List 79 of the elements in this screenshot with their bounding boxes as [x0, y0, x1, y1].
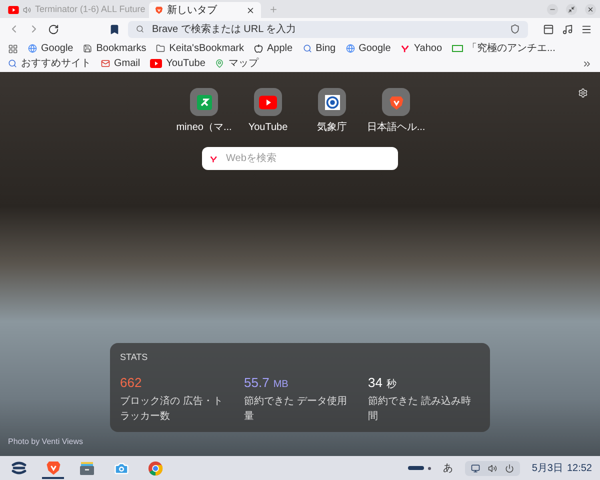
menu-icon[interactable] [581, 24, 592, 34]
apple-icon [254, 44, 263, 53]
folder-icon [156, 44, 166, 53]
camera-icon[interactable] [114, 460, 128, 476]
lion-shield-icon [388, 94, 404, 110]
chrome-browser-icon[interactable] [148, 460, 162, 476]
search-icon [302, 44, 312, 53]
web-search-field[interactable]: Webを検索 [202, 147, 398, 170]
clock-time: 12:52 [566, 462, 592, 476]
bookmark-item[interactable]: 「究極のアンチエ... [452, 42, 556, 55]
search-input[interactable]: Webを検索 [226, 151, 390, 166]
search-icon [136, 25, 144, 33]
address-bar[interactable]: Brave で検索または URL を入力 [128, 20, 528, 38]
stat-value: 34 [368, 374, 382, 392]
system-tray[interactable] [464, 460, 520, 476]
minimize-button[interactable] [547, 4, 558, 14]
top-site-tile[interactable]: 気象庁 [300, 88, 364, 135]
rectangle-icon [452, 45, 464, 52]
stat-value: 55.7 [244, 374, 270, 392]
bookmark-item[interactable]: Bing [302, 42, 336, 55]
bookmark-item[interactable]: Yahoo [400, 42, 442, 55]
tab-title: Terminator (1-6) ALL Future [35, 3, 146, 16]
close-button[interactable] [585, 4, 596, 14]
bookmark-item[interactable]: Google [346, 42, 391, 55]
globe-icon [346, 44, 355, 53]
save-icon [83, 44, 92, 53]
mail-icon [101, 59, 110, 68]
round-emblem-icon [324, 94, 340, 110]
search-icon [8, 59, 17, 68]
settings-icon[interactable] [578, 88, 588, 98]
photo-credit: Photo by Venti Views [8, 436, 84, 448]
stat-label: 節約できた 読み込み時間 [368, 394, 472, 424]
shield-icon[interactable] [510, 24, 520, 34]
dot-indicator [428, 466, 431, 470]
stats-title: STATS [120, 351, 149, 364]
top-site-tile[interactable]: 日本語ヘル... [364, 88, 428, 135]
bookmark-item[interactable]: YouTube [150, 57, 206, 70]
clock-date: 5月3日 [532, 462, 563, 476]
stat-value: 662 [120, 374, 142, 392]
stat-unit: 秒 [386, 378, 396, 392]
tab-title: 新しいタブ [167, 4, 218, 18]
lion-shield-icon [46, 460, 60, 474]
bookmark-item[interactable]: Gmail [101, 57, 140, 70]
browser-tab[interactable]: 新しいタブ [149, 2, 262, 18]
stat-label: 節約できた データ使用量 [244, 395, 348, 424]
bookmark-item[interactable]: おすすめサイト [8, 57, 91, 70]
bookmark-icon[interactable] [109, 24, 120, 34]
restore-button[interactable] [566, 4, 577, 14]
reload-icon[interactable] [48, 24, 59, 34]
map-pin-icon [215, 59, 224, 68]
apps-grid-icon[interactable] [8, 44, 18, 54]
bookmark-item[interactable]: Keita'sBookmark [156, 42, 244, 55]
close-icon[interactable] [246, 6, 256, 14]
more-bookmarks-icon[interactable] [582, 58, 592, 68]
pill-indicator [408, 466, 424, 470]
music-note-icon[interactable] [562, 24, 573, 34]
speaker-icon [488, 464, 497, 472]
bookmark-item[interactable]: Bookmarks [83, 42, 146, 55]
top-site-tile[interactable]: YouTube [236, 88, 300, 135]
play-logo-icon [259, 94, 277, 110]
top-site-tile[interactable]: mineo（マ... [172, 88, 236, 135]
speaker-icon[interactable] [23, 6, 31, 14]
play-logo-icon [8, 6, 19, 14]
file-cabinet-icon[interactable] [80, 461, 94, 475]
lion-shield-icon [155, 6, 164, 14]
panel-icon[interactable] [543, 24, 554, 34]
launcher-icon[interactable] [11, 461, 27, 475]
close-icon [587, 6, 594, 12]
globe-icon [28, 44, 37, 53]
bookmark-item[interactable]: Apple [254, 42, 293, 55]
input-method[interactable]: あ [442, 460, 453, 476]
bookmark-item[interactable]: Google [28, 42, 74, 55]
monitor-icon [470, 464, 480, 472]
stat-unit: MB [273, 378, 288, 392]
stat-label: ブロック済の 広告・トラッカー数 [120, 394, 224, 424]
power-icon [504, 464, 514, 472]
bookmark-item[interactable]: マップ [215, 57, 258, 70]
play-logo-icon [150, 59, 162, 68]
inward-arrows-icon [568, 6, 575, 12]
